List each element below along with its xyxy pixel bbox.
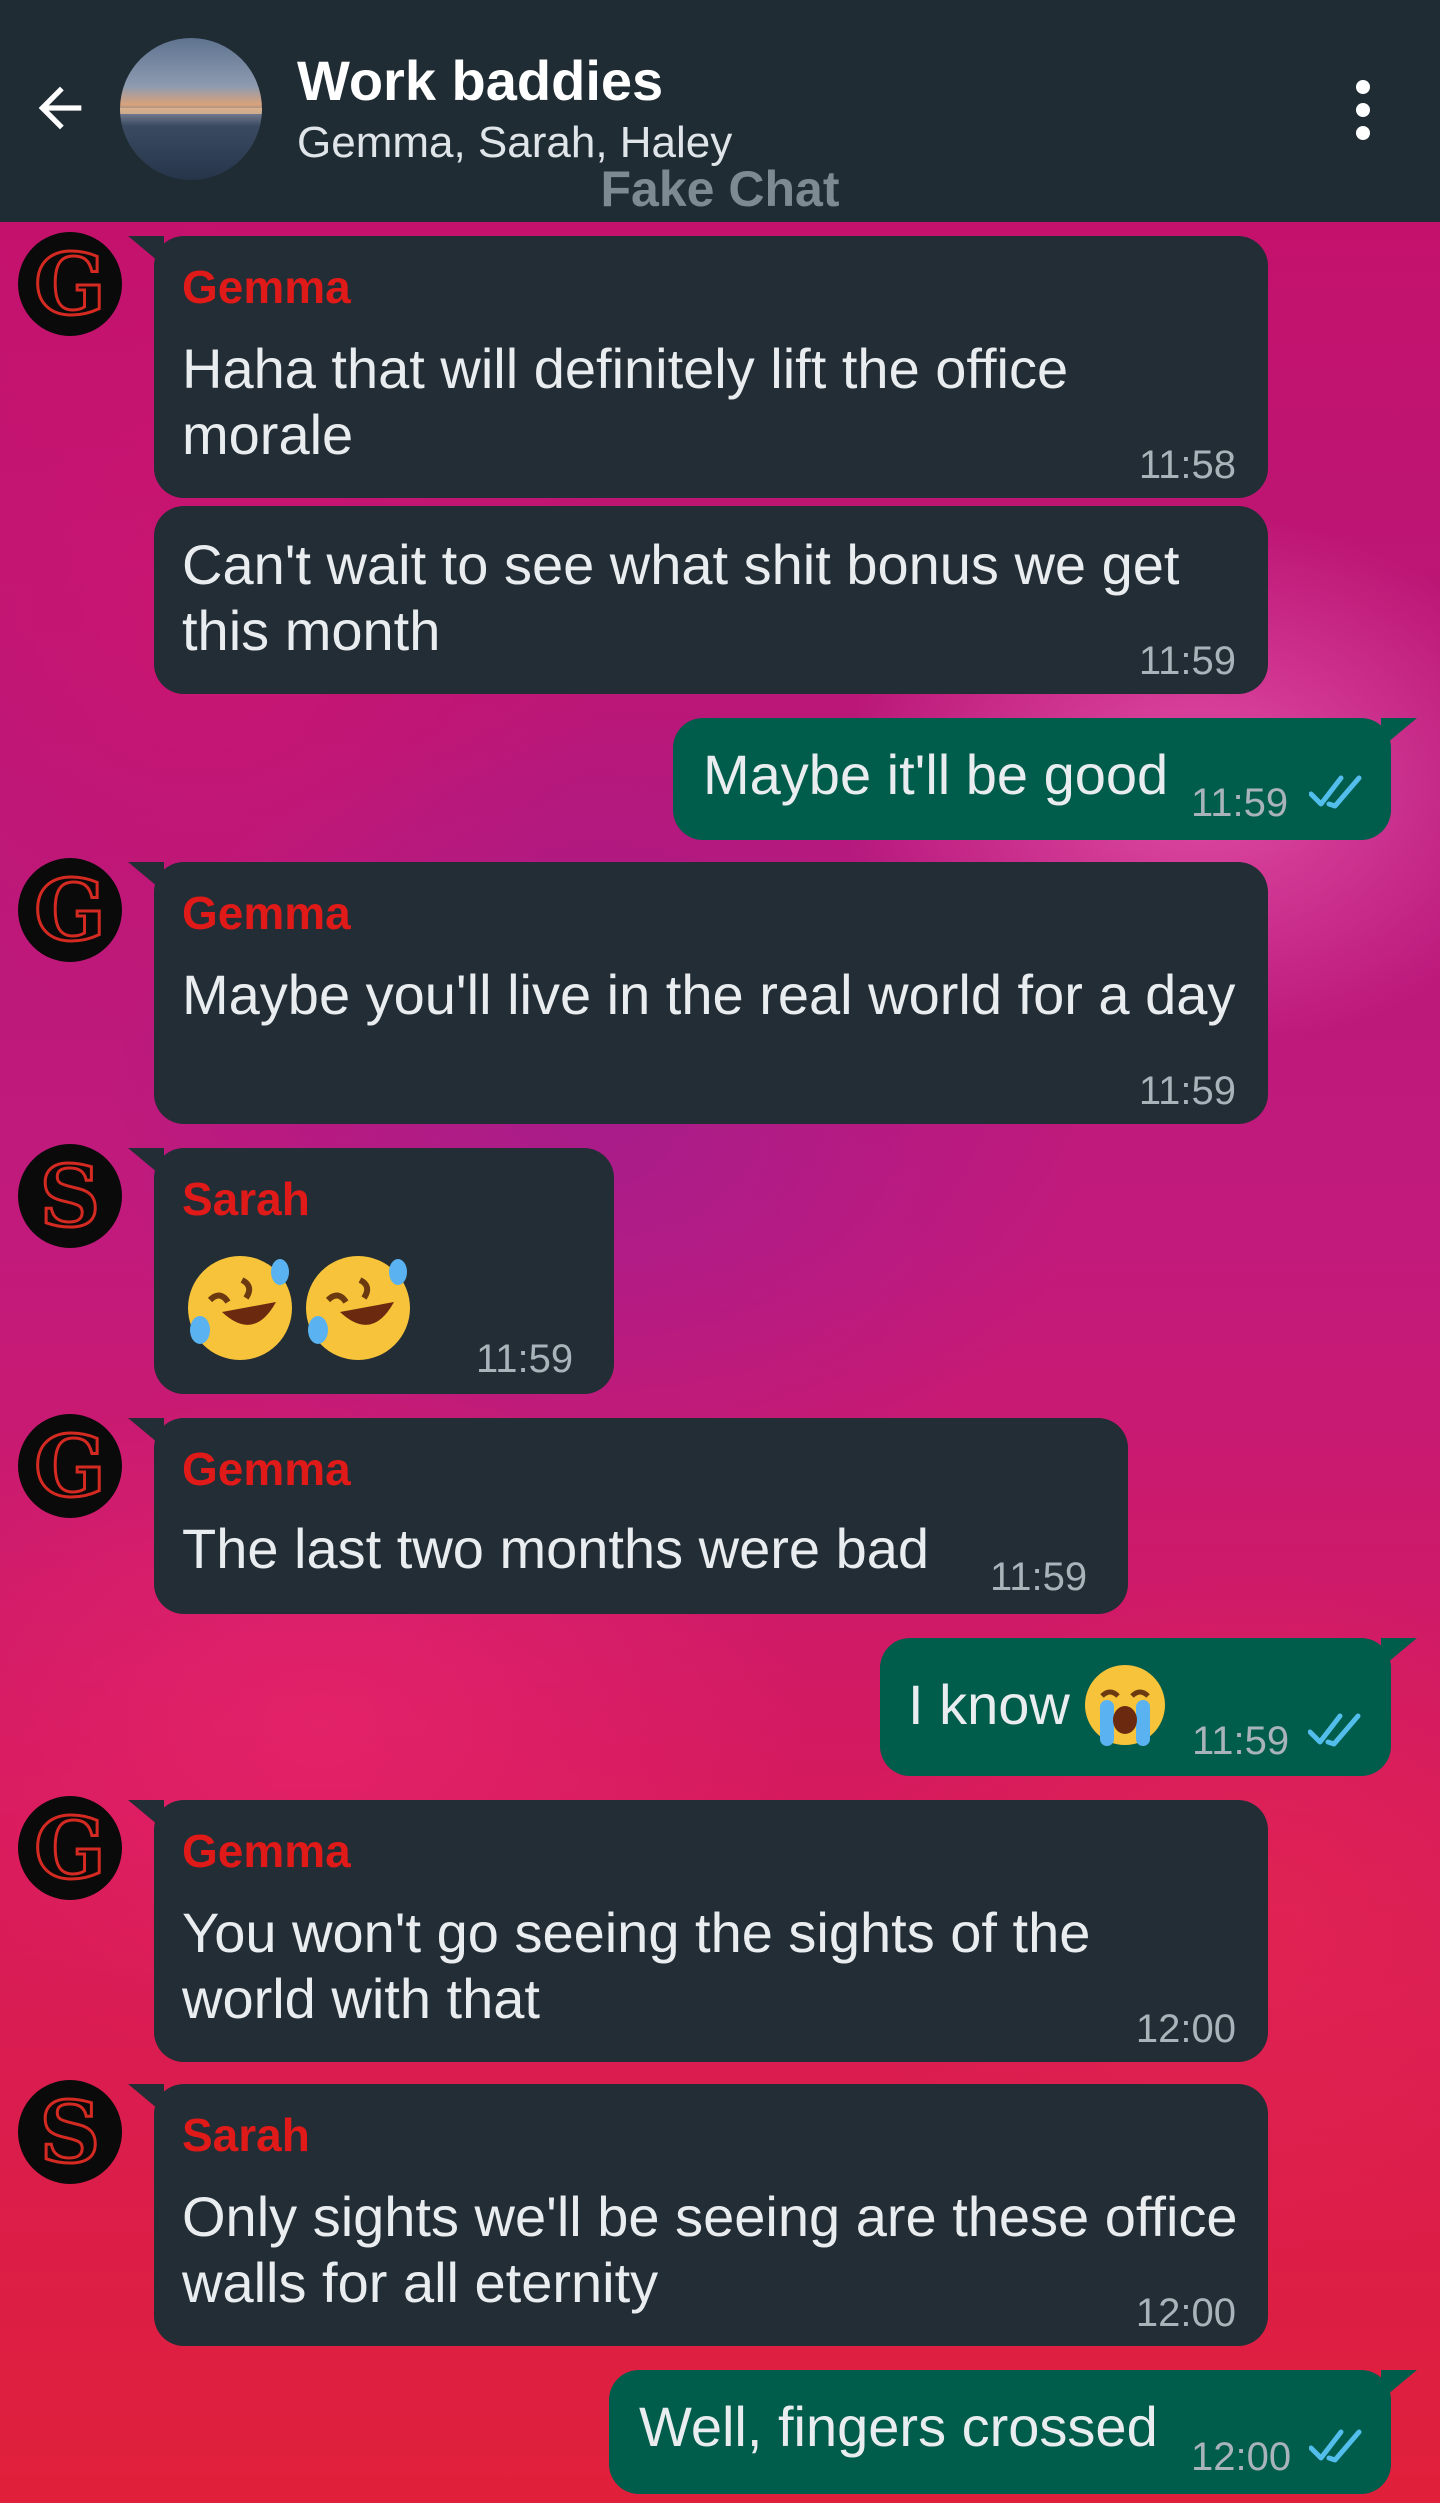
read-ticks-icon [1309, 775, 1362, 809]
sender-name: Gemma [182, 1443, 351, 1495]
sender-name: Sarah [182, 1173, 310, 1225]
message-text: Maybe it'll be good [703, 743, 1169, 806]
message-time: 11:59 [1138, 1069, 1236, 1113]
message-text: Can't wait to see what shit bonus we get… [182, 533, 1180, 662]
message-bubble[interactable]: Gemma Haha that will definitely lift the… [128, 236, 1268, 498]
message-text: I know [908, 1673, 1070, 1736]
read-ticks-icon [1308, 1713, 1361, 1747]
sender-avatar-sarah[interactable]: S [18, 1144, 122, 1248]
message-time: 11:59 [990, 1555, 1088, 1599]
message-bubble[interactable]: Sarah 11:59 [128, 1148, 614, 1394]
sender-name: Sarah [182, 2109, 310, 2161]
message-bubble-outgoing[interactable]: Well, fingers crossed 12:00 [609, 2370, 1417, 2494]
message-bubble[interactable]: Sarah Only sights we'll be seeing are th… [128, 2084, 1268, 2346]
crying-face-emoji-icon [1085, 1665, 1165, 1746]
message-time: 12:00 [1135, 2007, 1236, 2051]
back-button[interactable] [22, 70, 98, 146]
sender-avatar-sarah[interactable]: S [18, 2080, 122, 2184]
message-time: 11:59 [1138, 639, 1236, 683]
message-time: 12:00 [1191, 2435, 1292, 2479]
rolling-laughing-emoji-icon [188, 1256, 410, 1360]
message-bubble[interactable]: Gemma The last two months were bad 11:59 [128, 1418, 1128, 1614]
message-text: Well, fingers crossed [639, 2395, 1158, 2458]
message-text: Only sights we'll be seeing are these of… [182, 2185, 1238, 2314]
message-text: You won't go seeing the sights of the wor… [182, 1901, 1091, 2030]
message-text: Haha that will definitely lift the offic… [182, 337, 1069, 466]
message-bubble[interactable]: Gemma Maybe you'll live in the real worl… [128, 862, 1268, 1124]
message-bubble[interactable]: Can't wait to see what shit bonus we get… [154, 506, 1268, 694]
message-bubble-outgoing[interactable]: I know 11:59 [880, 1638, 1417, 1776]
message-time: 11:59 [476, 1337, 574, 1381]
chat-title[interactable]: Work baddies [297, 48, 663, 113]
message-time: 12:00 [1135, 2291, 1236, 2335]
group-avatar[interactable] [120, 38, 262, 180]
message-time: 11:59 [1192, 1719, 1290, 1763]
arrow-left-icon [38, 86, 82, 130]
sender-avatar-gemma[interactable]: G [18, 1796, 122, 1900]
sender-avatar-gemma[interactable]: G [18, 858, 122, 962]
message-bubble-outgoing[interactable]: Maybe it'll be good 11:59 [673, 718, 1417, 840]
sender-avatar-gemma[interactable]: G [18, 1414, 122, 1518]
sender-name: Gemma [182, 261, 351, 313]
sender-avatar-gemma[interactable]: G [18, 232, 122, 336]
sender-name: Gemma [182, 1825, 351, 1877]
message-time: 11:58 [1138, 443, 1236, 487]
message-text: The last two months were bad [182, 1517, 930, 1580]
read-ticks-icon [1309, 2429, 1362, 2463]
sender-name: Gemma [182, 887, 351, 939]
message-bubble[interactable]: Gemma You won't go seeing the sights of … [128, 1800, 1268, 2062]
more-options-button[interactable] [1330, 70, 1396, 150]
more-vertical-icon [1356, 80, 1370, 94]
fake-chat-watermark: Fake Chat [600, 161, 840, 217]
message-time: 11:59 [1191, 781, 1289, 825]
message-text: Maybe you'll live in the real world for … [182, 963, 1236, 1026]
